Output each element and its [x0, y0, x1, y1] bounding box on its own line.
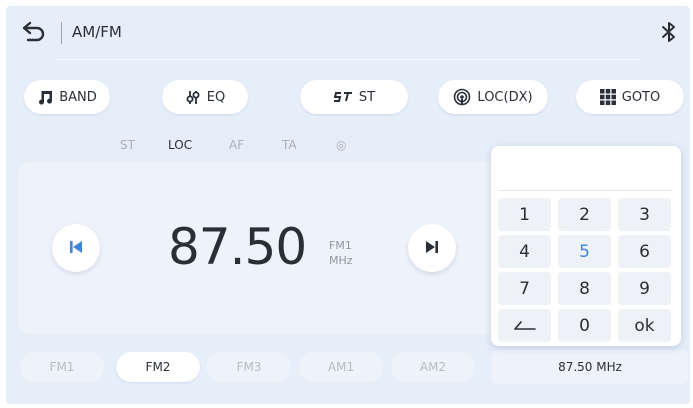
frequency-display: 87.50 [168, 218, 307, 276]
key-4[interactable]: 4 [498, 235, 551, 268]
band-unit-label: FM1 MHz [329, 238, 353, 268]
ok-key[interactable]: ok [618, 309, 671, 342]
band-button-label: BAND [59, 89, 97, 105]
music-note-icon [37, 89, 53, 105]
preset-am1[interactable]: AM1 [299, 352, 383, 382]
back-arrow-icon[interactable] [20, 20, 48, 46]
key-5[interactable]: 5 [558, 235, 611, 268]
eq-button-label: EQ [206, 89, 226, 105]
loc-dx-button-label: LOC(DX) [477, 89, 533, 105]
seek-previous-button[interactable] [52, 224, 100, 272]
flag-pty-icon: ◎ [336, 138, 347, 152]
page-title: AM/FM [72, 23, 122, 41]
stereo-button[interactable]: ST [300, 80, 408, 114]
backspace-icon [513, 316, 536, 336]
loc-dx-button[interactable]: LOC(DX) [438, 80, 548, 114]
bluetooth-icon [660, 20, 680, 46]
goto-button-label: GOTO [621, 89, 661, 105]
flag-af: AF [229, 138, 245, 152]
grid-icon [599, 89, 616, 105]
header-underline [56, 59, 640, 60]
radio-signal-icon [453, 88, 471, 106]
key-0[interactable]: 0 [558, 309, 611, 342]
skip-next-icon [425, 239, 439, 258]
goto-keypad: 1 2 3 4 5 6 7 8 9 0 ok [491, 146, 681, 346]
preset-fm1[interactable]: FM1 [20, 352, 104, 382]
frequency-readout: 87.50 MHz [492, 350, 688, 384]
flag-loc: LOC [168, 138, 193, 152]
flag-st: ST [120, 138, 135, 152]
backspace-key[interactable] [498, 309, 551, 342]
band-button[interactable]: BAND [24, 80, 110, 114]
eq-sliders-icon [185, 89, 201, 105]
key-6[interactable]: 6 [618, 235, 671, 268]
goto-button[interactable]: GOTO [576, 80, 684, 114]
key-3[interactable]: 3 [618, 198, 671, 231]
key-8[interactable]: 8 [558, 272, 611, 305]
header-bar: AM/FM [6, 6, 690, 60]
radio-screen: AM/FM BAND EQ ST LOC(DX) GOTO ST LOC AF … [6, 6, 690, 404]
unit-label: MHz [329, 254, 353, 267]
header-divider [61, 22, 62, 44]
stereo-button-label: ST [358, 89, 376, 105]
skip-previous-icon [69, 239, 83, 258]
stereo-icon [333, 91, 353, 103]
preset-fm3[interactable]: FM3 [207, 352, 291, 382]
seek-next-button[interactable] [408, 224, 456, 272]
key-7[interactable]: 7 [498, 272, 551, 305]
key-2[interactable]: 2 [558, 198, 611, 231]
band-label: FM1 [329, 239, 352, 252]
keypad-display[interactable] [499, 152, 673, 191]
key-1[interactable]: 1 [498, 198, 551, 231]
key-9[interactable]: 9 [618, 272, 671, 305]
preset-am2[interactable]: AM2 [391, 352, 475, 382]
preset-fm2[interactable]: FM2 [116, 352, 200, 382]
flag-ta: TA [282, 138, 297, 152]
eq-button[interactable]: EQ [162, 80, 248, 114]
